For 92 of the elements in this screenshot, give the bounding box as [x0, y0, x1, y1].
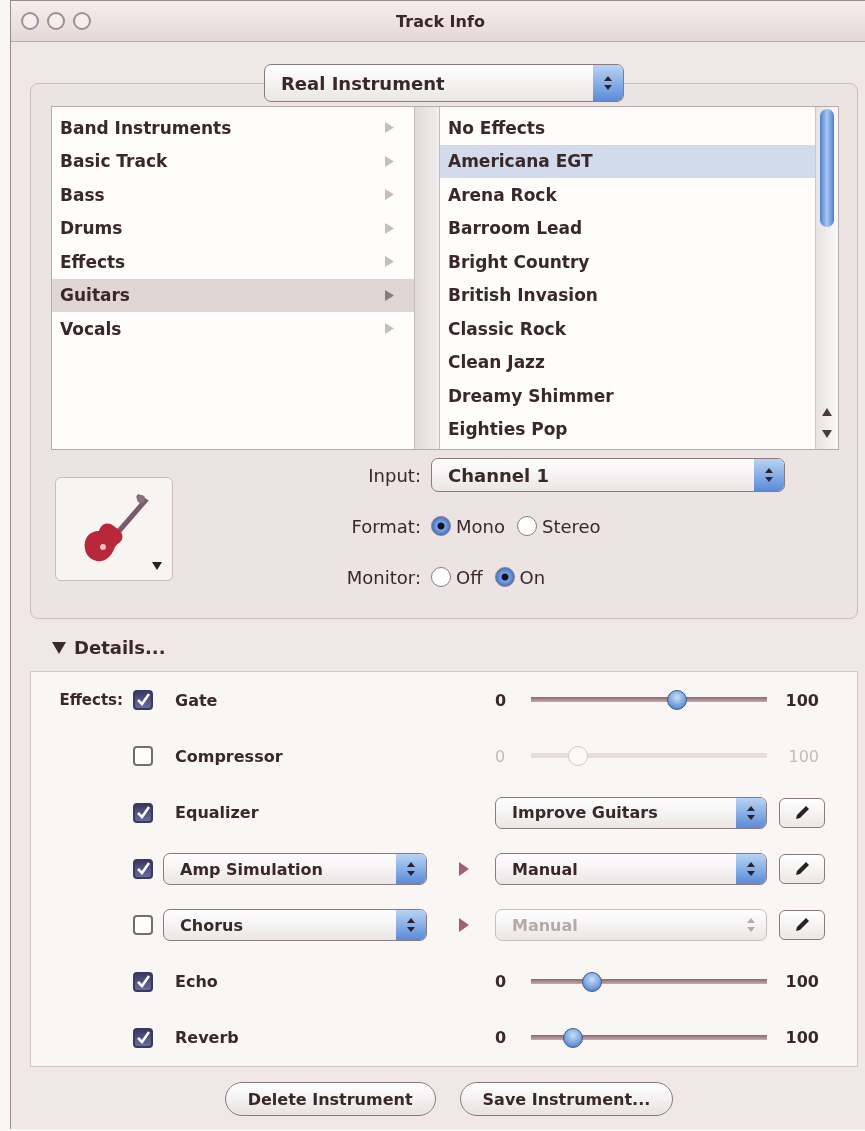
edit-button[interactable]: [779, 854, 825, 885]
radio-button[interactable]: [431, 567, 451, 587]
up-down-arrows-icon: [746, 917, 756, 934]
preset-item[interactable]: No Effects: [440, 111, 815, 145]
window-title: Track Info: [396, 11, 485, 31]
preset-item[interactable]: Dreamy Shimmer: [440, 379, 815, 413]
radio-label[interactable]: Off: [456, 566, 483, 588]
track-type-popup[interactable]: Real Instrument: [264, 64, 624, 102]
instrument-icon-button[interactable]: [55, 477, 173, 581]
preset-item[interactable]: British Invasion: [440, 278, 815, 312]
effect-name: Echo: [174, 972, 218, 992]
triangle-icon: [459, 918, 469, 933]
slider-min-label: 0: [495, 746, 507, 766]
preset-popup[interactable]: Improve Guitars: [495, 796, 767, 829]
slider-max-label: 100: [784, 972, 819, 992]
checkbox[interactable]: [133, 971, 153, 992]
checkbox[interactable]: [133, 915, 153, 936]
preset-item[interactable]: Eighties Pop: [440, 412, 815, 446]
slider-max-label: 100: [784, 1028, 819, 1048]
category-item[interactable]: Bass: [52, 178, 414, 212]
input-label: Input:: [367, 464, 422, 486]
triangle-icon: [385, 222, 394, 234]
input-popup[interactable]: Channel 1: [431, 458, 785, 492]
pencil-icon: [793, 803, 811, 822]
preset-item[interactable]: Barroom Lead: [440, 211, 815, 245]
checkbox[interactable]: [133, 690, 153, 711]
format-label: Format:: [350, 515, 422, 537]
preset-item[interactable]: Classic Rock: [440, 312, 815, 346]
down-arrow-icon: [821, 429, 833, 439]
effect-popup[interactable]: Amp Simulation: [163, 853, 427, 886]
effect-name: Reverb: [174, 1028, 239, 1048]
effect-popup[interactable]: Chorus: [163, 909, 427, 942]
triangle-icon: [385, 189, 394, 201]
preset-item[interactable]: Clean Jazz: [440, 345, 815, 379]
radio-button[interactable]: [516, 516, 537, 536]
minimize-button[interactable]: [47, 12, 65, 30]
edit-button[interactable]: [779, 910, 825, 941]
slider-thumb[interactable]: [582, 971, 603, 992]
slider-max-label: 100: [787, 746, 819, 766]
checkbox[interactable]: [133, 859, 153, 880]
checkbox[interactable]: [133, 746, 153, 767]
preset-item[interactable]: Arena Rock: [440, 178, 815, 212]
preset-item[interactable]: Americana EGT: [440, 144, 815, 178]
up-arrow-icon: [821, 407, 833, 417]
slider-thumb[interactable]: [563, 1027, 584, 1048]
preset-popup[interactable]: Manual: [495, 853, 767, 886]
category-item[interactable]: Vocals: [52, 312, 414, 346]
close-button[interactable]: [21, 12, 39, 30]
slider-min-label: 0: [495, 1028, 508, 1048]
preset-item[interactable]: Bright Country: [440, 245, 815, 279]
slider-min-label: 0: [495, 972, 508, 992]
category-item[interactable]: Drums: [52, 211, 414, 245]
up-down-arrows-icon: [746, 861, 756, 878]
effects-label: Effects:: [58, 691, 123, 710]
scroll-thumb[interactable]: [820, 109, 834, 227]
category-item[interactable]: Basic Track: [52, 144, 414, 178]
triangle-icon: [385, 122, 394, 134]
zoom-button[interactable]: [73, 12, 91, 30]
effect-name: Compressor: [174, 746, 283, 766]
category-item[interactable]: Effects: [52, 245, 414, 279]
up-down-arrows-icon: [764, 467, 774, 483]
radio-button[interactable]: [431, 516, 451, 536]
triangle-icon: [385, 323, 394, 335]
checkbox[interactable]: [133, 1027, 153, 1048]
triangle-icon: [385, 256, 394, 268]
edit-button[interactable]: [779, 797, 825, 828]
up-down-arrows-icon: [603, 75, 613, 91]
radio-label[interactable]: Stereo: [541, 515, 601, 537]
slider-min-label: 0: [495, 690, 508, 710]
monitor-label: Monitor:: [345, 566, 422, 588]
radio-button[interactable]: [494, 567, 515, 587]
push-button[interactable]: Save Instrument...: [459, 1082, 674, 1116]
category-item[interactable]: Band Instruments: [52, 111, 414, 145]
up-down-arrows-icon: [746, 804, 756, 821]
slider-max-label: 100: [784, 690, 819, 710]
radio-label[interactable]: On: [519, 566, 546, 588]
triangle-icon: [385, 289, 394, 301]
checkbox[interactable]: [133, 802, 153, 823]
triangle-icon: [385, 155, 394, 167]
push-button[interactable]: Delete Instrument: [224, 1082, 436, 1116]
scrollbar[interactable]: [815, 107, 838, 449]
up-down-arrows-icon: [406, 917, 416, 934]
effect-name: Equalizer: [174, 803, 259, 823]
slider-thumb[interactable]: [667, 690, 688, 711]
radio-label[interactable]: Mono: [456, 515, 505, 537]
effect-name: Gate: [174, 690, 218, 710]
details-disclosure[interactable]: Details...: [52, 637, 166, 658]
disclosure-triangle-icon: [52, 641, 66, 654]
triangle-icon: [459, 862, 469, 877]
caret-icon: [152, 562, 162, 570]
up-down-arrows-icon: [406, 861, 416, 878]
category-item[interactable]: Guitars: [52, 278, 414, 312]
